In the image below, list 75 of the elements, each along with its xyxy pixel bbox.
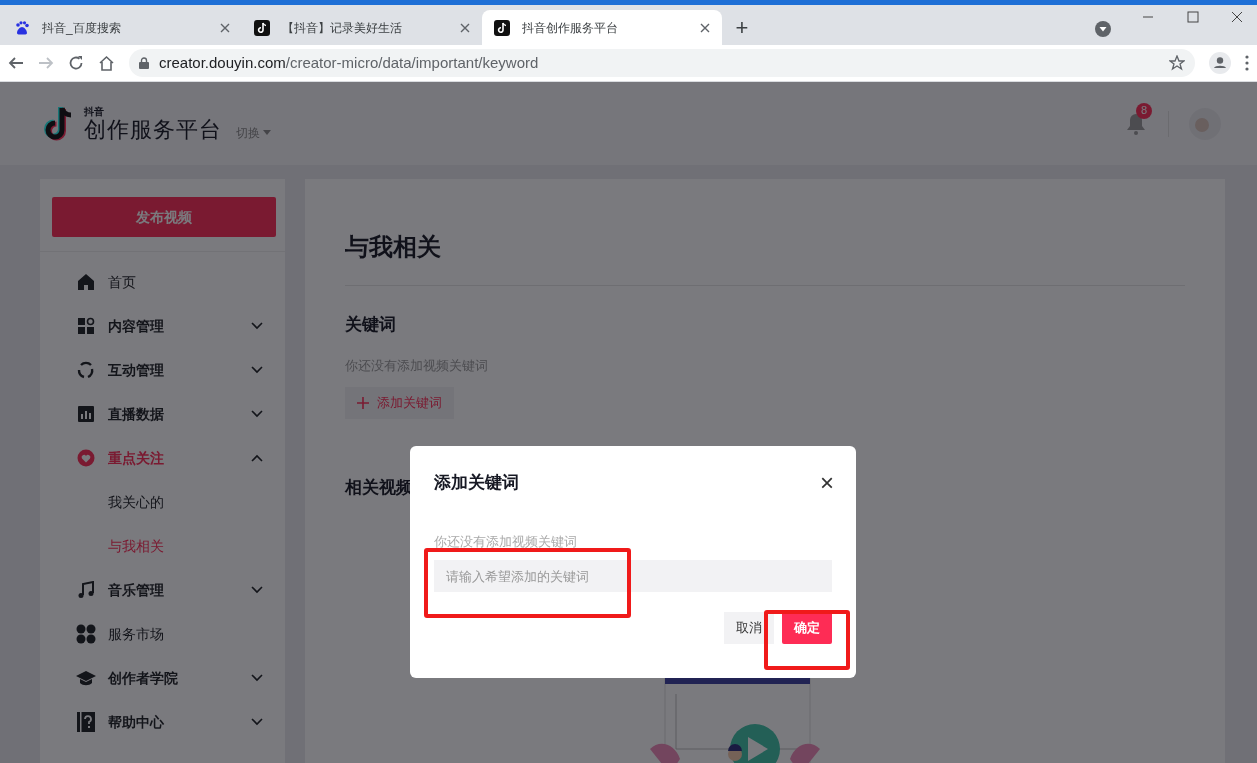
sidebar-label: 内容管理 [108, 316, 165, 336]
music-note-icon [494, 19, 510, 36]
grid-icon [77, 317, 95, 335]
reload-icon[interactable] [68, 55, 84, 71]
sidebar-label: 帮助中心 [108, 712, 165, 732]
chevron-icon [251, 718, 263, 726]
dropdown-icon[interactable] [1095, 21, 1111, 37]
confirm-button[interactable]: 确定 [782, 612, 832, 644]
sidebar-label: 服务市场 [108, 624, 165, 644]
close-button[interactable]: × [820, 470, 834, 495]
sidebar-label: 创作者学院 [108, 668, 179, 688]
home-icon [77, 273, 95, 291]
close-icon[interactable] [460, 22, 470, 33]
new-tab-button[interactable]: + [722, 10, 762, 45]
chevron-icon [251, 322, 263, 330]
music-note-icon [254, 19, 270, 36]
url-text: creator.douyin.com/creator-micro/data/important/keyword [159, 52, 540, 73]
paw-icon [14, 19, 30, 36]
lock-icon [139, 57, 149, 69]
keyword-input[interactable]: 请输入希望添加的关键词 [434, 560, 832, 592]
music-note-icon [77, 581, 95, 599]
dialog-title: 添加关键词 [434, 472, 519, 494]
page-title: 与我相关 [345, 229, 1185, 286]
sidebar-label: 互动管理 [108, 360, 165, 380]
browser-tab[interactable]: 抖音创作服务平台 [482, 10, 722, 45]
sidebar-item[interactable]: 直播数据 [40, 392, 285, 436]
browser-tab[interactable]: 【抖音】记录美好生活 [242, 10, 482, 45]
sidebar-item[interactable]: 互动管理 [40, 348, 285, 392]
address-bar[interactable]: creator.douyin.com/creator-micro/data/important/keyword [129, 49, 1195, 77]
maximize-icon[interactable] [1187, 11, 1199, 23]
help-book-icon [77, 712, 95, 732]
caret-icon [263, 129, 271, 136]
sidebar-label: 重点关注 [108, 448, 165, 468]
sidebar-label: 音乐管理 [108, 580, 165, 600]
back-icon[interactable] [8, 55, 24, 71]
tab-title: 【抖音】记录美好生活 [282, 19, 403, 37]
graduation-cap-icon [76, 670, 96, 686]
sidebar-item[interactable]: 音乐管理 [40, 568, 285, 612]
home-icon[interactable] [98, 55, 115, 71]
sidebar-item[interactable]: 帮助中心 [40, 700, 285, 744]
chevron-icon [251, 410, 263, 418]
add-keyword-button[interactable]: 添加关键词 [345, 387, 454, 419]
sidebar-label: 首页 [108, 272, 137, 292]
chevron-icon [251, 586, 263, 594]
chevron-icon [251, 366, 263, 374]
sidebar-item[interactable]: 创作者学院 [40, 656, 285, 700]
sidebar-item[interactable]: 重点关注 [40, 436, 285, 480]
chevron-icon [251, 674, 263, 682]
cycle-icon [77, 361, 95, 379]
publish-button[interactable]: 发布视频 [52, 197, 276, 237]
sidebar-item[interactable]: 服务市场 [40, 612, 285, 656]
cancel-button[interactable]: 取消 [724, 612, 774, 644]
logo-subtitle: 抖音 [84, 106, 105, 117]
sidebar-subitem[interactable]: 我关心的 [40, 480, 285, 524]
tab-title: 抖音创作服务平台 [522, 19, 619, 37]
sidebar-label: 直播数据 [108, 404, 165, 424]
close-icon[interactable] [220, 22, 230, 33]
star-icon[interactable] [1169, 55, 1185, 71]
close-icon[interactable] [1231, 11, 1243, 23]
menu-icon[interactable] [1245, 55, 1249, 71]
chevron-icon [251, 454, 263, 462]
sidebar-item[interactable]: 内容管理 [40, 304, 285, 348]
sidebar-subitem[interactable]: 与我相关 [40, 524, 285, 568]
bar-chart-icon [77, 405, 95, 423]
close-icon[interactable] [700, 22, 710, 33]
browser-tab[interactable]: 抖音_百度搜索 [2, 10, 242, 45]
clover-icon [76, 624, 96, 644]
empty-text: 你还没有添加视频关键词 [434, 532, 578, 551]
plus-icon [357, 397, 369, 409]
logo-title: 创作服务平台 [84, 118, 222, 141]
sidebar-item[interactable]: 首页 [40, 260, 285, 304]
section-heading: 关键词 [345, 314, 396, 336]
notification-badge: 8 [1136, 102, 1152, 119]
profile-icon[interactable] [1209, 52, 1231, 74]
tab-title: 抖音_百度搜索 [42, 19, 122, 37]
